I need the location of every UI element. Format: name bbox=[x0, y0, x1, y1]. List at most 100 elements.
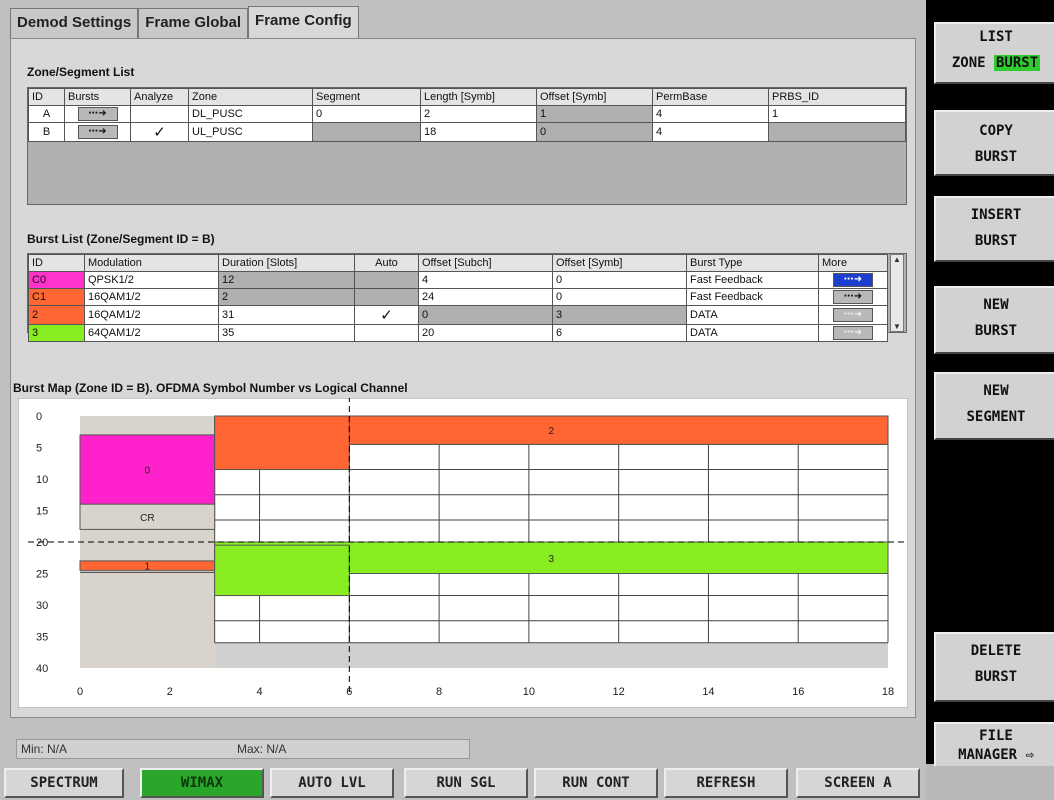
table-row[interactable]: A ⋯➜ DL_PUSC 0 2 1 4 1 bbox=[28, 105, 906, 123]
col-bursts: Bursts bbox=[64, 88, 131, 106]
status-min-max: Min: N/A Max: N/A bbox=[16, 739, 470, 759]
softkey-copy-label: COPY bbox=[979, 123, 1013, 139]
modulation-value[interactable]: 16QAM1/2 bbox=[84, 288, 219, 306]
col-id: ID bbox=[28, 254, 85, 272]
softkey-new-segment[interactable]: NEW SEGMENT bbox=[934, 372, 1054, 440]
scroll-down-icon[interactable]: ▼ bbox=[891, 322, 903, 331]
key-screen-a[interactable]: SCREEN A bbox=[796, 768, 920, 798]
length-value[interactable]: 2 bbox=[420, 105, 537, 123]
col-more: More bbox=[818, 254, 888, 272]
offset-value[interactable]: 1 bbox=[536, 105, 653, 123]
auto-checkbox[interactable] bbox=[354, 271, 419, 289]
segment-value[interactable]: 0 bbox=[312, 105, 421, 123]
burst-id: 3 bbox=[28, 324, 85, 342]
auto-checkbox[interactable]: ✓ bbox=[354, 305, 419, 325]
table-row[interactable]: C1 16QAM1/2 2 24 0 Fast Feedback ⋯➜ bbox=[28, 288, 888, 306]
y-tick-label: 25 bbox=[36, 569, 48, 581]
softkey-delete-burst[interactable]: DELETE BURST bbox=[934, 632, 1054, 702]
burst-type-value[interactable]: DATA bbox=[686, 324, 819, 342]
table-row[interactable]: B ⋯➜ ✓ UL_PUSC 18 0 4 bbox=[28, 122, 906, 142]
col-duration: Duration [Slots] bbox=[218, 254, 355, 272]
tab-demod-settings[interactable]: Demod Settings bbox=[10, 8, 139, 38]
length-value[interactable]: 18 bbox=[420, 122, 537, 142]
offset-subch-value[interactable]: 4 bbox=[418, 271, 553, 289]
min-readout: Min: N/A bbox=[21, 742, 68, 756]
table-row[interactable]: C0 QPSK1/2 12 4 0 Fast Feedback ⋯➜ bbox=[28, 271, 888, 289]
scroll-up-icon[interactable]: ▲ bbox=[891, 255, 903, 264]
burst-label: 1 bbox=[145, 562, 151, 573]
burst-table: ID Modulation Duration [Slots] Auto Offs… bbox=[28, 254, 888, 342]
more-button[interactable]: ⋯➜ bbox=[833, 326, 873, 340]
softkey-insert-label: INSERT bbox=[970, 207, 1022, 223]
more-button[interactable]: ⋯➜ bbox=[833, 273, 873, 287]
auto-checkbox[interactable] bbox=[354, 324, 419, 342]
key-run-sgl[interactable]: RUN SGL bbox=[404, 768, 528, 798]
duration-value[interactable]: 35 bbox=[218, 324, 355, 342]
duration-value[interactable]: 2 bbox=[218, 288, 355, 306]
auto-checkbox[interactable] bbox=[354, 288, 419, 306]
permbase-value[interactable]: 4 bbox=[652, 122, 769, 142]
offset-subch-value[interactable]: 24 bbox=[418, 288, 553, 306]
table-row[interactable]: 3 64QAM1/2 35 20 6 DATA ⋯➜ bbox=[28, 324, 888, 342]
col-offset-subch: Offset [Subch] bbox=[418, 254, 553, 272]
modulation-value[interactable]: 16QAM1/2 bbox=[84, 305, 219, 325]
key-refresh[interactable]: REFRESH bbox=[664, 768, 788, 798]
permbase-value[interactable]: 4 bbox=[652, 105, 769, 123]
x-tick-label: 18 bbox=[882, 686, 894, 698]
softkey-new-burst[interactable]: NEW BURST bbox=[934, 286, 1054, 354]
x-tick-label: 10 bbox=[523, 686, 535, 698]
burst-block bbox=[214, 415, 350, 471]
zone-name[interactable]: DL_PUSC bbox=[188, 105, 313, 123]
unused-region bbox=[214, 642, 888, 668]
analyze-checkbox[interactable]: ✓ bbox=[130, 122, 189, 142]
x-tick-label: 8 bbox=[436, 686, 442, 698]
softkey-insert-burst[interactable]: INSERT BURST bbox=[934, 196, 1054, 262]
softkey-panel: LIST ZONE BURST COPY BURST INSERT BURST … bbox=[926, 0, 1054, 766]
more-cell: ⋯➜ bbox=[818, 305, 888, 325]
duration-value[interactable]: 12 bbox=[218, 271, 355, 289]
offset-symb-value[interactable]: 0 bbox=[552, 288, 687, 306]
zone-table: ID Bursts Analyze Zone Segment Length [S… bbox=[28, 88, 906, 142]
softkey-new-burst-sublabel: BURST bbox=[974, 323, 1018, 339]
more-button[interactable]: ⋯➜ bbox=[833, 308, 873, 322]
softkey-file-manager[interactable]: FILE MANAGER ⇨ bbox=[934, 722, 1054, 766]
offset-subch-value[interactable]: 0 bbox=[418, 305, 553, 325]
burst-type-value[interactable]: Fast Feedback bbox=[686, 271, 819, 289]
key-spectrum[interactable]: SPECTRUM bbox=[4, 768, 124, 798]
modulation-value[interactable]: 64QAM1/2 bbox=[84, 324, 219, 342]
modulation-value[interactable]: QPSK1/2 bbox=[84, 271, 219, 289]
offset-symb-value[interactable]: 0 bbox=[552, 271, 687, 289]
more-cell: ⋯➜ bbox=[818, 271, 888, 289]
list-burst-option: BURST bbox=[994, 55, 1041, 71]
key-wimax[interactable]: WIMAX bbox=[140, 768, 264, 798]
key-run-cont[interactable]: RUN CONT bbox=[534, 768, 658, 798]
offset-subch-value[interactable]: 20 bbox=[418, 324, 553, 342]
duration-value[interactable]: 31 bbox=[218, 305, 355, 325]
zone-table-header: ID Bursts Analyze Zone Segment Length [S… bbox=[28, 88, 906, 106]
burst-type-value[interactable]: DATA bbox=[686, 305, 819, 325]
bursts-button[interactable]: ⋯➜ bbox=[77, 125, 118, 139]
offset-value[interactable]: 0 bbox=[536, 122, 653, 142]
col-analyze: Analyze bbox=[130, 88, 189, 106]
softkey-copy-burst[interactable]: COPY BURST bbox=[934, 110, 1054, 176]
analyze-checkbox[interactable] bbox=[130, 105, 189, 123]
bursts-button[interactable]: ⋯➜ bbox=[77, 107, 118, 121]
col-segment: Segment bbox=[312, 88, 421, 106]
zone-list-title: Zone/Segment List bbox=[27, 65, 135, 79]
table-row[interactable]: 2 16QAM1/2 31 ✓ 0 3 DATA ⋯➜ bbox=[28, 305, 888, 325]
tab-frame-config[interactable]: Frame Config bbox=[248, 6, 359, 38]
offset-symb-value[interactable]: 3 bbox=[552, 305, 687, 325]
burst-type-value[interactable]: Fast Feedback bbox=[686, 288, 819, 306]
more-button[interactable]: ⋯➜ bbox=[833, 290, 873, 304]
burst-list-scrollbar[interactable]: ▲ ▼ bbox=[890, 254, 904, 332]
prbs-value[interactable]: 1 bbox=[768, 105, 906, 123]
zone-list-frame: ID Bursts Analyze Zone Segment Length [S… bbox=[27, 87, 907, 205]
burst-label: 0 bbox=[145, 466, 151, 477]
softkey-list[interactable]: LIST ZONE BURST bbox=[934, 22, 1054, 84]
col-modulation: Modulation bbox=[84, 254, 219, 272]
offset-symb-value[interactable]: 6 bbox=[552, 324, 687, 342]
x-tick-label: 2 bbox=[167, 686, 173, 698]
key-auto-lvl[interactable]: AUTO LVL bbox=[270, 768, 394, 798]
tab-frame-global[interactable]: Frame Global bbox=[138, 8, 249, 38]
zone-name[interactable]: UL_PUSC bbox=[188, 122, 313, 142]
